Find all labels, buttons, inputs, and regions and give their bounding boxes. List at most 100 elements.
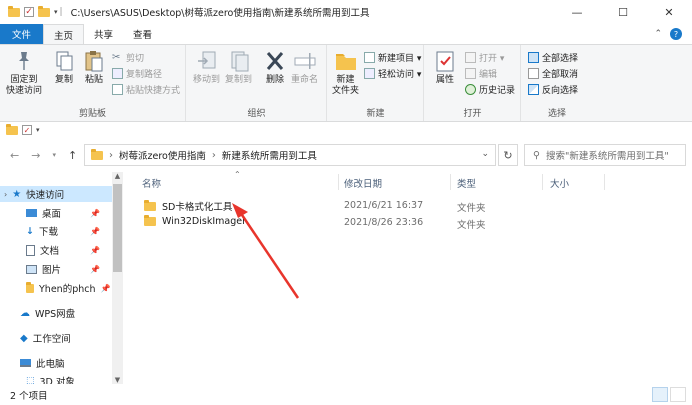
customize-toolbar-icon[interactable]: ▾: [36, 126, 40, 134]
organize-group-label: 组织: [247, 109, 266, 119]
breadcrumb-separator-icon[interactable]: ›: [212, 150, 216, 161]
new-folder-icon: [335, 54, 356, 70]
select-none-button[interactable]: 全部取消: [528, 67, 578, 80]
history-button[interactable]: 历史记录: [465, 83, 515, 96]
download-icon: ↓: [26, 225, 34, 237]
properties-label: 属性: [435, 75, 454, 85]
nav-item-label: WPS网盘: [35, 309, 76, 320]
tab-share[interactable]: 共享: [84, 24, 123, 44]
refresh-button[interactable]: ↻: [498, 144, 518, 166]
pin-label-1: 固定到: [10, 75, 38, 85]
maximize-button[interactable]: ☐: [600, 0, 646, 24]
breadcrumb-item[interactable]: 树莓派zero使用指南: [119, 148, 206, 162]
search-placeholder: 搜索"新建系统所需用到工具": [545, 151, 669, 162]
pin-icon: 📌: [90, 264, 100, 274]
large-icons-view-icon[interactable]: [670, 387, 686, 402]
copy-to-icon: [231, 51, 248, 72]
copy-to-button[interactable]: 复制到: [225, 49, 252, 86]
delete-button[interactable]: 删除: [263, 49, 287, 86]
view-buttons: [652, 387, 686, 402]
new-item-label: 新建项目 ▾: [378, 54, 422, 64]
open-button[interactable]: 打开 ▾: [465, 51, 504, 64]
properties-icon[interactable]: ✓: [22, 125, 32, 135]
back-arrow-icon[interactable]: ←: [10, 149, 19, 162]
recent-chevron-icon[interactable]: ▾: [52, 151, 56, 159]
title-quick-access: ✓ ▾: [0, 0, 58, 24]
new-group: 新建 文件夹 新建项目 ▾ 轻松访问 ▾ 新建: [328, 45, 424, 121]
scroll-down-icon[interactable]: ▼: [112, 376, 123, 384]
copy-path-label: 复制路径: [126, 70, 163, 80]
dropdown-icon[interactable]: ▾: [54, 8, 58, 16]
copy-path-button[interactable]: 复制路径: [112, 67, 162, 80]
rename-button[interactable]: 重命名: [291, 49, 318, 86]
rename-icon: [294, 53, 315, 69]
select-none-icon: [528, 68, 539, 79]
nav-pane-scrollbar[interactable]: ▲ ▼: [112, 172, 123, 384]
new-item-button[interactable]: 新建项目 ▾: [364, 51, 421, 64]
nav-item-downloads[interactable]: ↓ 下载 📌: [26, 224, 112, 239]
nav-item-workspace[interactable]: ◆ 工作空间: [20, 331, 71, 346]
properties-button[interactable]: 属性: [433, 49, 457, 86]
scissors-icon: ✂: [112, 52, 121, 63]
cut-button[interactable]: ✂ 剪切: [112, 51, 144, 64]
paste-shortcut-button[interactable]: 粘贴快捷方式: [112, 83, 180, 96]
computer-icon: [20, 359, 31, 367]
tab-home[interactable]: 主页: [43, 24, 85, 44]
easy-access-button[interactable]: 轻松访问 ▾: [364, 67, 421, 80]
scrollbar-thumb[interactable]: [113, 184, 122, 272]
copy-path-icon: [112, 68, 123, 79]
ribbon: 固定到 快速访问 复制 粘贴 ✂ 剪切 复制路径 粘贴快捷方式 剪贴板 移动到: [0, 44, 692, 122]
folder-icon: [8, 5, 20, 17]
select-all-label: 全部选择: [542, 54, 579, 64]
tab-view[interactable]: 查看: [123, 24, 162, 44]
nav-item-documents[interactable]: 文档 📌: [26, 243, 112, 257]
new-folder-label-2: 文件夹: [332, 86, 360, 96]
folder-icon[interactable]: [38, 5, 50, 17]
nav-item-wps-drive[interactable]: ☁ WPS网盘: [20, 306, 76, 321]
navigation-pane: › ★ 快速访问 桌面 📌 ↓ 下载 📌 文档 📌 图片 📌 Yhen的phch…: [0, 172, 124, 384]
nav-item-3d-objects[interactable]: ⬚ 3D 对象: [26, 374, 75, 384]
select-none-label: 全部取消: [542, 70, 579, 80]
check-icon[interactable]: ✓: [24, 7, 34, 17]
minimize-button[interactable]: —: [554, 0, 600, 24]
tab-file[interactable]: 文件: [0, 24, 44, 44]
folder-icon: [91, 148, 103, 160]
help-icon[interactable]: ?: [670, 28, 682, 40]
nav-item-label: 工作空间: [32, 334, 71, 345]
open-icon: [465, 52, 476, 63]
close-button[interactable]: ✕: [646, 0, 692, 24]
breadcrumb-item[interactable]: 新建系统所需用到工具: [222, 148, 317, 162]
new-folder-button[interactable]: 新建 文件夹: [332, 49, 359, 97]
invert-selection-button[interactable]: 反向选择: [528, 83, 578, 96]
forward-arrow-icon[interactable]: →: [31, 149, 40, 162]
new-folder-label-1: 新建: [336, 75, 355, 85]
star-icon: ★: [12, 188, 22, 200]
nav-item-this-pc[interactable]: 此电脑: [20, 356, 65, 370]
nav-item-yhen-folder[interactable]: Yhen的phch 📌: [26, 281, 112, 295]
history-label: 历史记录: [479, 86, 516, 96]
address-bar[interactable]: › 树莓派zero使用指南 › 新建系统所需用到工具 ⌄: [84, 144, 496, 166]
up-arrow-icon[interactable]: ↑: [68, 149, 77, 162]
pin-icon: 📌: [90, 226, 100, 236]
move-to-button[interactable]: 移动到: [193, 49, 220, 86]
nav-item-desktop[interactable]: 桌面 📌: [26, 206, 112, 220]
collapse-ribbon-icon[interactable]: ⌃: [654, 29, 662, 39]
expand-chevron-icon[interactable]: ›: [4, 190, 7, 199]
breadcrumb-separator-icon[interactable]: ›: [109, 150, 113, 161]
select-group-label: 选择: [547, 109, 566, 119]
pin-quick-access-button[interactable]: 固定到 快速访问: [6, 49, 42, 97]
paste-label: 粘贴: [84, 75, 103, 85]
search-input[interactable]: ⚲ 搜索"新建系统所需用到工具": [524, 144, 686, 166]
copy-button[interactable]: 复制: [52, 49, 76, 86]
copy-label: 复制: [54, 75, 73, 85]
nav-item-pictures[interactable]: 图片 📌: [26, 262, 112, 276]
edit-button[interactable]: 编辑: [465, 67, 497, 80]
address-dropdown-icon[interactable]: ⌄: [481, 149, 489, 159]
item-count: 2 个项目: [10, 390, 48, 402]
paste-button[interactable]: 粘贴: [82, 49, 106, 86]
details-view-icon[interactable]: [652, 387, 668, 402]
nav-item-quick-access[interactable]: › ★ 快速访问: [0, 186, 112, 202]
select-all-button[interactable]: 全部选择: [528, 51, 578, 64]
scroll-up-icon[interactable]: ▲: [112, 172, 123, 180]
nav-item-label: 快速访问: [26, 190, 65, 201]
